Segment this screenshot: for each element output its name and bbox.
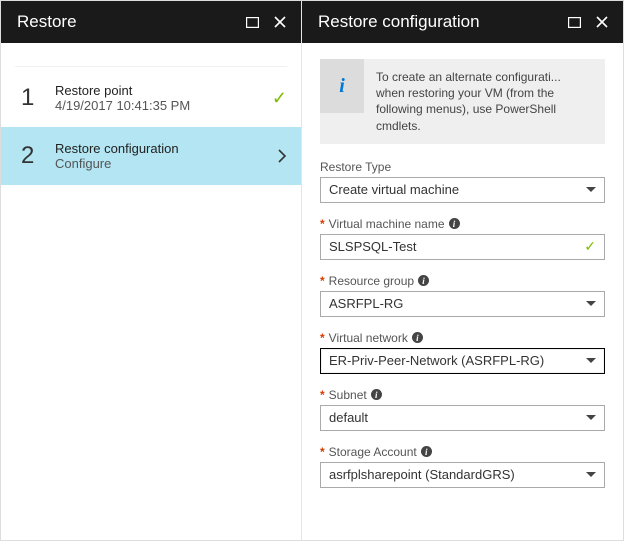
step-subtitle: Configure (55, 156, 262, 171)
blade-header: Restore configuration (302, 1, 623, 43)
required-mark: * (320, 217, 325, 231)
header-controls (241, 11, 291, 33)
field-label: * Virtual machine name i (320, 217, 605, 231)
maximize-icon[interactable] (241, 11, 263, 33)
select-value: asrfplsharepoint (StandardGRS) (329, 467, 515, 482)
help-icon[interactable]: i (412, 332, 423, 343)
subnet-select[interactable]: default (320, 405, 605, 431)
chevron-down-icon (586, 187, 596, 192)
storage-account-select[interactable]: asrfplsharepoint (StandardGRS) (320, 462, 605, 488)
field-storage-account: * Storage Account i asrfplsharepoint (St… (320, 445, 605, 488)
close-icon[interactable] (591, 11, 613, 33)
step-subtitle: 4/19/2017 10:41:35 PM (55, 98, 256, 113)
field-restore-type: Restore Type Create virtual machine (320, 160, 605, 203)
label-text: Virtual machine name (329, 217, 445, 231)
field-label: * Virtual network i (320, 331, 605, 345)
help-icon[interactable]: i (449, 218, 460, 229)
select-value: default (329, 410, 368, 425)
field-subnet: * Subnet i default (320, 388, 605, 431)
vm-name-input[interactable]: SLSPSQL-Test ✓ (320, 234, 605, 260)
check-icon: ✓ (272, 88, 287, 109)
blade-title: Restore (17, 12, 241, 32)
field-virtual-network: * Virtual network i ER-Priv-Peer-Network… (320, 331, 605, 374)
help-icon[interactable]: i (421, 446, 432, 457)
info-banner: i To create an alternate configurati... … (320, 59, 605, 144)
step-restore-point[interactable]: 1 Restore point 4/19/2017 10:41:35 PM ✓ (1, 69, 301, 127)
field-vm-name: * Virtual machine name i SLSPSQL-Test ✓ (320, 217, 605, 260)
info-text: To create an alternate configurati... wh… (376, 59, 591, 134)
resource-group-select[interactable]: ASRFPL-RG (320, 291, 605, 317)
chevron-right-icon (278, 149, 287, 163)
chevron-down-icon (586, 472, 596, 477)
virtual-network-select[interactable]: ER-Priv-Peer-Network (ASRFPL-RG) (320, 348, 605, 374)
select-value: ASRFPL-RG (329, 296, 403, 311)
required-mark: * (320, 388, 325, 402)
step-number: 2 (21, 142, 39, 170)
check-icon: ✓ (584, 238, 596, 255)
step-number: 1 (21, 84, 39, 112)
step-text: Restore configuration Configure (55, 141, 262, 171)
label-text: Resource group (329, 274, 414, 288)
maximize-icon[interactable] (563, 11, 585, 33)
restore-configuration-blade: Restore configuration i To create an alt… (301, 1, 623, 540)
select-value: ER-Priv-Peer-Network (ASRFPL-RG) (329, 353, 544, 368)
label-text: Virtual network (329, 331, 408, 345)
label-text: Subnet (329, 388, 367, 402)
chevron-down-icon (586, 415, 596, 420)
blade-header: Restore (1, 1, 301, 43)
chevron-down-icon (586, 358, 596, 363)
field-label: * Resource group i (320, 274, 605, 288)
restore-blade: Restore 1 Restore point 4/19/2017 10:41:… (1, 1, 301, 540)
input-value: SLSPSQL-Test (329, 239, 416, 254)
wizard-steps: 1 Restore point 4/19/2017 10:41:35 PM ✓ … (1, 43, 301, 185)
field-resource-group: * Resource group i ASRFPL-RG (320, 274, 605, 317)
blade-body: i To create an alternate configurati... … (302, 43, 623, 540)
field-label: * Storage Account i (320, 445, 605, 459)
close-icon[interactable] (269, 11, 291, 33)
chevron-down-icon (586, 301, 596, 306)
help-icon[interactable]: i (418, 275, 429, 286)
field-label: * Subnet i (320, 388, 605, 402)
required-mark: * (320, 274, 325, 288)
label-text: Storage Account (329, 445, 417, 459)
required-mark: * (320, 445, 325, 459)
help-icon[interactable]: i (371, 389, 382, 400)
restore-type-select[interactable]: Create virtual machine (320, 177, 605, 203)
field-label: Restore Type (320, 160, 605, 174)
label-text: Restore Type (320, 160, 391, 174)
blade-title: Restore configuration (318, 12, 563, 32)
step-title: Restore configuration (55, 141, 262, 156)
info-icon: i (320, 59, 364, 113)
step-text: Restore point 4/19/2017 10:41:35 PM (55, 83, 256, 113)
step-restore-configuration[interactable]: 2 Restore configuration Configure (1, 127, 301, 185)
step-title: Restore point (55, 83, 256, 98)
required-mark: * (320, 331, 325, 345)
header-controls (563, 11, 613, 33)
select-value: Create virtual machine (329, 182, 459, 197)
